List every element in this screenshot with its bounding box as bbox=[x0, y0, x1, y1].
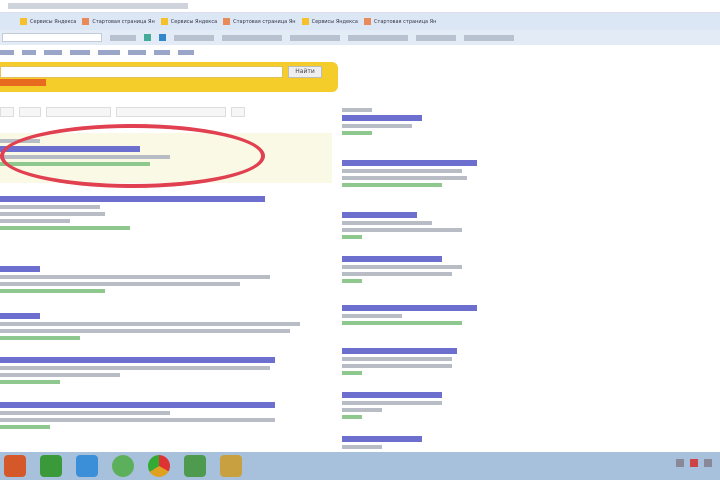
service-links bbox=[0, 47, 300, 57]
toolbar bbox=[0, 30, 720, 45]
browser-icon[interactable] bbox=[40, 455, 62, 477]
bookmark-label: Стартовая страница Ян bbox=[233, 18, 296, 25]
filter-button[interactable] bbox=[116, 107, 226, 117]
network-icon[interactable] bbox=[690, 459, 698, 467]
service-link[interactable] bbox=[128, 49, 146, 55]
ad-link[interactable] bbox=[342, 392, 442, 398]
address-bar[interactable] bbox=[0, 0, 720, 13]
filter-button[interactable] bbox=[231, 107, 245, 117]
result-link[interactable] bbox=[0, 402, 275, 408]
result-link[interactable] bbox=[0, 357, 275, 363]
url-field[interactable] bbox=[8, 3, 188, 9]
page-icon bbox=[82, 18, 90, 25]
service-link[interactable] bbox=[178, 49, 194, 55]
toolbar-icon[interactable] bbox=[159, 34, 166, 41]
ad-link[interactable] bbox=[342, 160, 477, 166]
tray-icon[interactable] bbox=[676, 459, 684, 467]
bookmark[interactable]: Стартовая страница Ян bbox=[223, 18, 296, 25]
search-filters bbox=[0, 107, 245, 117]
toolbar-button[interactable] bbox=[222, 34, 282, 41]
bookmarks-bar: Сервисы Яндекса Стартовая страница Ян Се… bbox=[0, 13, 720, 30]
chat-icon[interactable] bbox=[112, 455, 134, 477]
result-link[interactable] bbox=[0, 313, 40, 319]
paint-icon[interactable] bbox=[220, 455, 242, 477]
toolbar-button[interactable] bbox=[290, 34, 340, 41]
toolbar-icon[interactable] bbox=[144, 34, 151, 41]
excel-icon[interactable] bbox=[184, 455, 206, 477]
bookmark-label: Стартовая страница Ян bbox=[92, 18, 155, 25]
bookmark-label: Стартовая страница Ян bbox=[373, 18, 437, 25]
page-icon bbox=[223, 18, 231, 25]
ad-link[interactable] bbox=[342, 256, 442, 262]
ad-link[interactable] bbox=[342, 305, 477, 311]
service-link[interactable] bbox=[44, 49, 62, 55]
right-ad bbox=[342, 160, 477, 190]
service-link[interactable] bbox=[98, 49, 120, 55]
service-link[interactable] bbox=[154, 49, 170, 55]
right-ad bbox=[342, 392, 442, 422]
system-tray bbox=[676, 459, 712, 467]
service-link[interactable] bbox=[70, 49, 90, 55]
filter-button[interactable] bbox=[0, 107, 14, 117]
bookmark-label: Сервисы Яндекса bbox=[311, 18, 358, 25]
folder-icon bbox=[20, 18, 27, 25]
bookmark[interactable]: Стартовая страница Ян bbox=[363, 18, 437, 25]
bookmark-label: Сервисы Яндекса bbox=[30, 18, 77, 25]
result-link[interactable] bbox=[0, 196, 265, 202]
toolbar-button[interactable] bbox=[174, 34, 214, 41]
bookmark-label: Сервисы Яндекса bbox=[170, 18, 218, 25]
right-ad bbox=[342, 256, 462, 286]
chrome-icon[interactable] bbox=[148, 455, 170, 477]
skype-icon[interactable] bbox=[76, 455, 98, 477]
result-link[interactable] bbox=[0, 266, 40, 272]
search-result bbox=[0, 357, 275, 387]
toolbar-button[interactable] bbox=[348, 34, 408, 41]
search-input[interactable] bbox=[0, 66, 283, 78]
filter-button[interactable] bbox=[46, 107, 111, 117]
folder-icon bbox=[160, 18, 168, 25]
search-result bbox=[0, 313, 300, 343]
search-result bbox=[0, 196, 265, 233]
right-ad bbox=[342, 212, 462, 242]
folder-icon bbox=[301, 18, 309, 25]
search-result bbox=[0, 402, 275, 432]
right-ad bbox=[342, 305, 477, 328]
right-ad bbox=[342, 436, 422, 452]
page-icon bbox=[363, 18, 371, 25]
toolbar-button[interactable] bbox=[416, 34, 456, 41]
bookmark[interactable]: Сервисы Яндекса bbox=[160, 18, 218, 25]
bookmark[interactable]: Стартовая страница Ян bbox=[82, 18, 155, 25]
search-result bbox=[0, 266, 270, 296]
search-tab-active[interactable] bbox=[0, 79, 46, 86]
ad-link[interactable] bbox=[342, 212, 417, 218]
ad-link[interactable] bbox=[342, 436, 422, 442]
ad-link[interactable] bbox=[342, 348, 457, 354]
bookmark[interactable]: Сервисы Яндекса bbox=[301, 18, 358, 25]
bookmark[interactable]: Сервисы Яндекса bbox=[20, 18, 76, 25]
right-ad bbox=[342, 108, 422, 138]
right-ad bbox=[342, 348, 457, 378]
search-button[interactable]: Найти bbox=[288, 66, 322, 78]
ad-link[interactable] bbox=[342, 115, 422, 121]
service-link[interactable] bbox=[0, 49, 14, 55]
service-link[interactable] bbox=[22, 49, 36, 55]
taskbar bbox=[0, 452, 720, 480]
toolbar-button[interactable] bbox=[110, 34, 136, 41]
red-annotation-ellipse bbox=[0, 124, 265, 188]
firefox-icon[interactable] bbox=[4, 455, 26, 477]
toolbar-button[interactable] bbox=[464, 34, 514, 41]
filter-button[interactable] bbox=[19, 107, 41, 117]
volume-icon[interactable] bbox=[704, 459, 712, 467]
search-header: Найти bbox=[0, 62, 338, 92]
toolbar-search-input[interactable] bbox=[2, 33, 102, 42]
